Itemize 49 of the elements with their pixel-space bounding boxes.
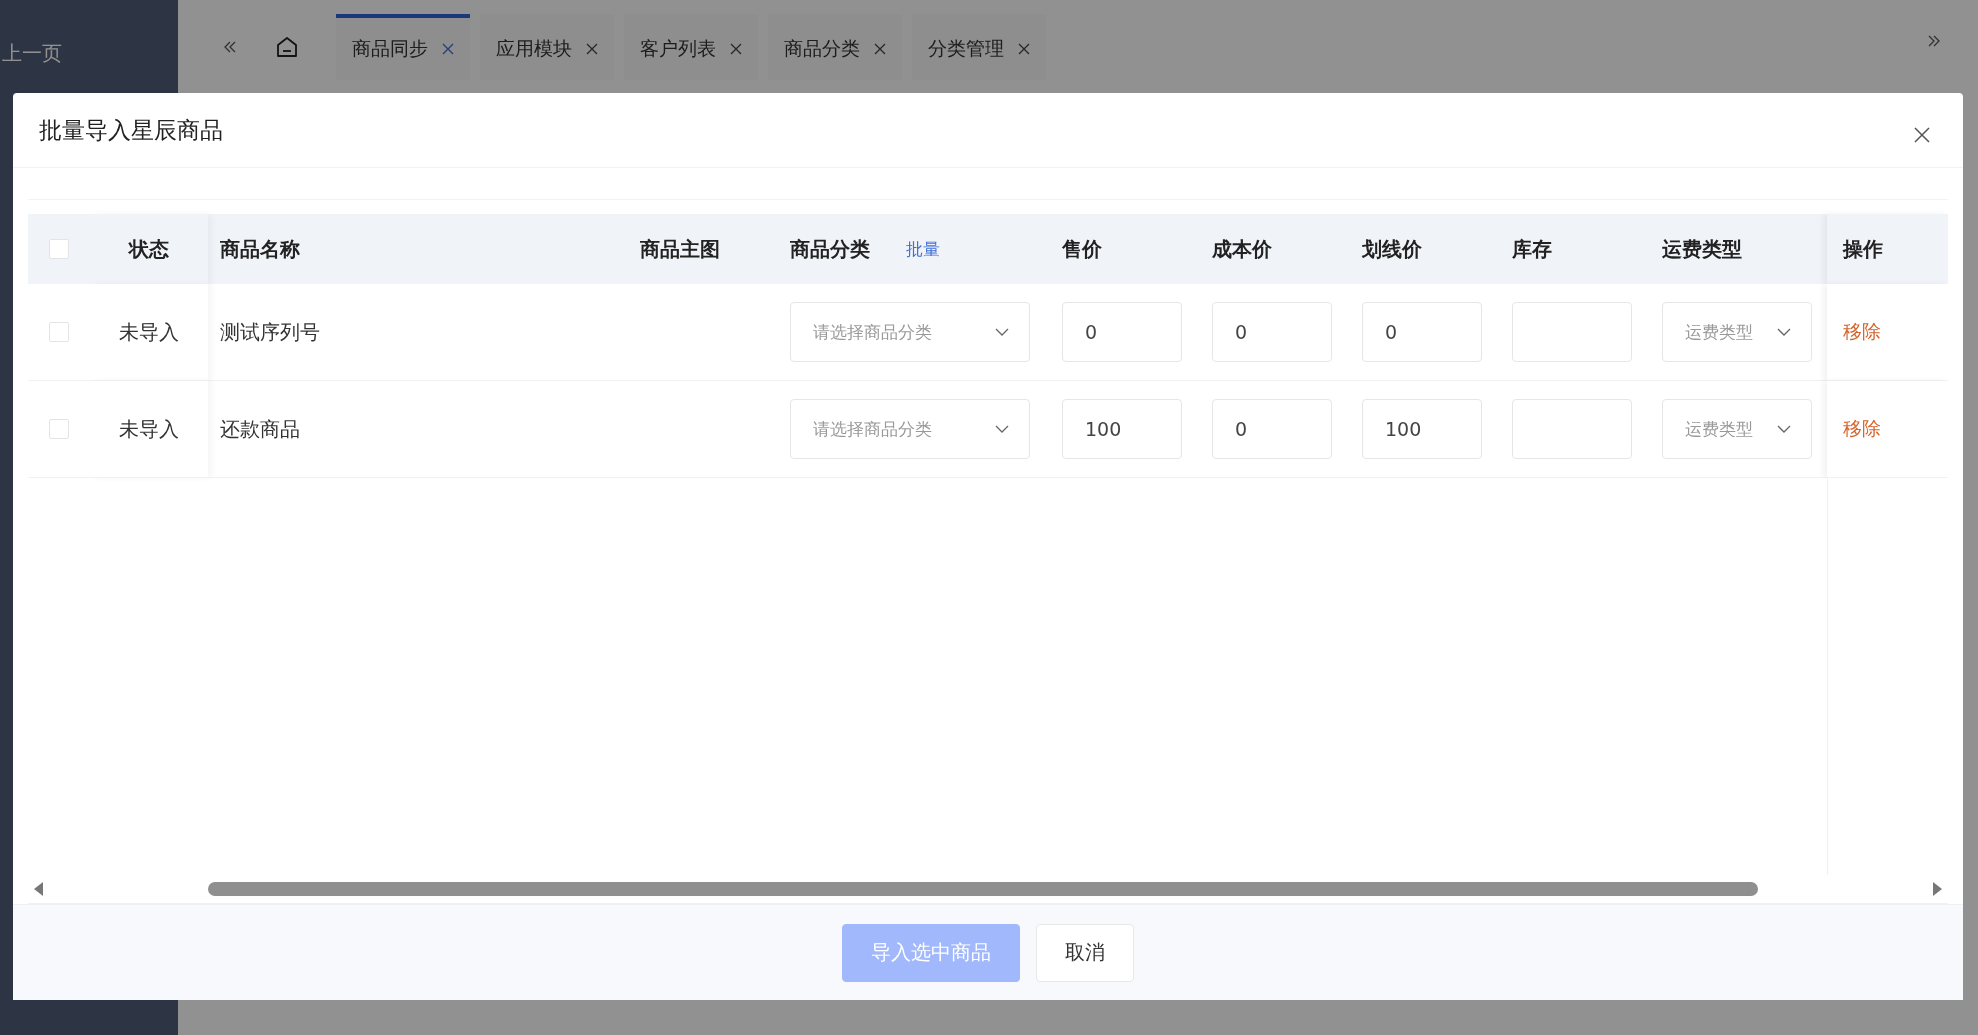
cost-price-input[interactable]: 0 [1212, 399, 1332, 459]
close-icon[interactable] [1914, 127, 1930, 143]
price-input[interactable]: 100 [1062, 399, 1182, 459]
column-header: 划线价 [1362, 235, 1422, 263]
column-header: 商品主图 [640, 235, 720, 263]
close-icon[interactable] [1018, 42, 1030, 55]
column-header: 成本价 [1212, 235, 1272, 263]
column-header: 售价 [1062, 235, 1102, 263]
scroll-left-icon[interactable] [34, 882, 44, 896]
double-chevron-right-icon[interactable] [1926, 33, 1942, 49]
stock-input[interactable] [1512, 399, 1632, 459]
product-name: 还款商品 [220, 415, 300, 443]
checkbox[interactable] [49, 322, 69, 342]
price-input[interactable]: 0 [1062, 302, 1182, 362]
batch-link[interactable]: 批量 [906, 237, 940, 261]
chevron-down-icon [1777, 328, 1791, 336]
status-text: 未导入 [119, 318, 179, 346]
category-select[interactable]: 请选择商品分类 [790, 399, 1030, 459]
list-price-input[interactable]: 100 [1362, 399, 1482, 459]
dialog-title: 批量导入星辰商品 [39, 115, 223, 145]
shipping-type-select[interactable]: 运费类型 [1662, 302, 1812, 362]
checkbox[interactable] [49, 419, 69, 439]
list-price-input[interactable]: 0 [1362, 302, 1482, 362]
status-text: 未导入 [119, 415, 179, 443]
column-header: 操作 [1843, 235, 1883, 263]
remove-link[interactable]: 移除 [1843, 416, 1881, 442]
stock-input[interactable] [1512, 302, 1632, 362]
scroll-right-icon[interactable] [1932, 882, 1942, 896]
column-header: 商品分类 [790, 235, 870, 263]
back-link[interactable]: 上一页 [0, 40, 178, 67]
column-header: 商品名称 [220, 235, 300, 263]
close-icon[interactable] [586, 42, 598, 55]
scrollbar-thumb[interactable] [208, 882, 1758, 896]
chevron-down-icon [995, 425, 1009, 433]
column-header: 状态 [129, 235, 169, 263]
cancel-button[interactable]: 取消 [1036, 923, 1134, 982]
remove-link[interactable]: 移除 [1843, 319, 1881, 345]
chevron-down-icon [1777, 425, 1791, 433]
close-icon[interactable] [874, 42, 886, 55]
product-name: 测试序列号 [220, 318, 320, 346]
chevron-down-icon [995, 328, 1009, 336]
close-icon[interactable] [730, 42, 742, 55]
close-icon[interactable] [442, 42, 454, 55]
column-header: 库存 [1512, 235, 1552, 263]
shipping-type-select[interactable]: 运费类型 [1662, 399, 1812, 459]
checkbox[interactable] [49, 239, 69, 259]
category-select[interactable]: 请选择商品分类 [790, 302, 1030, 362]
column-header: 运费类型 [1662, 235, 1742, 263]
cost-price-input[interactable]: 0 [1212, 302, 1332, 362]
